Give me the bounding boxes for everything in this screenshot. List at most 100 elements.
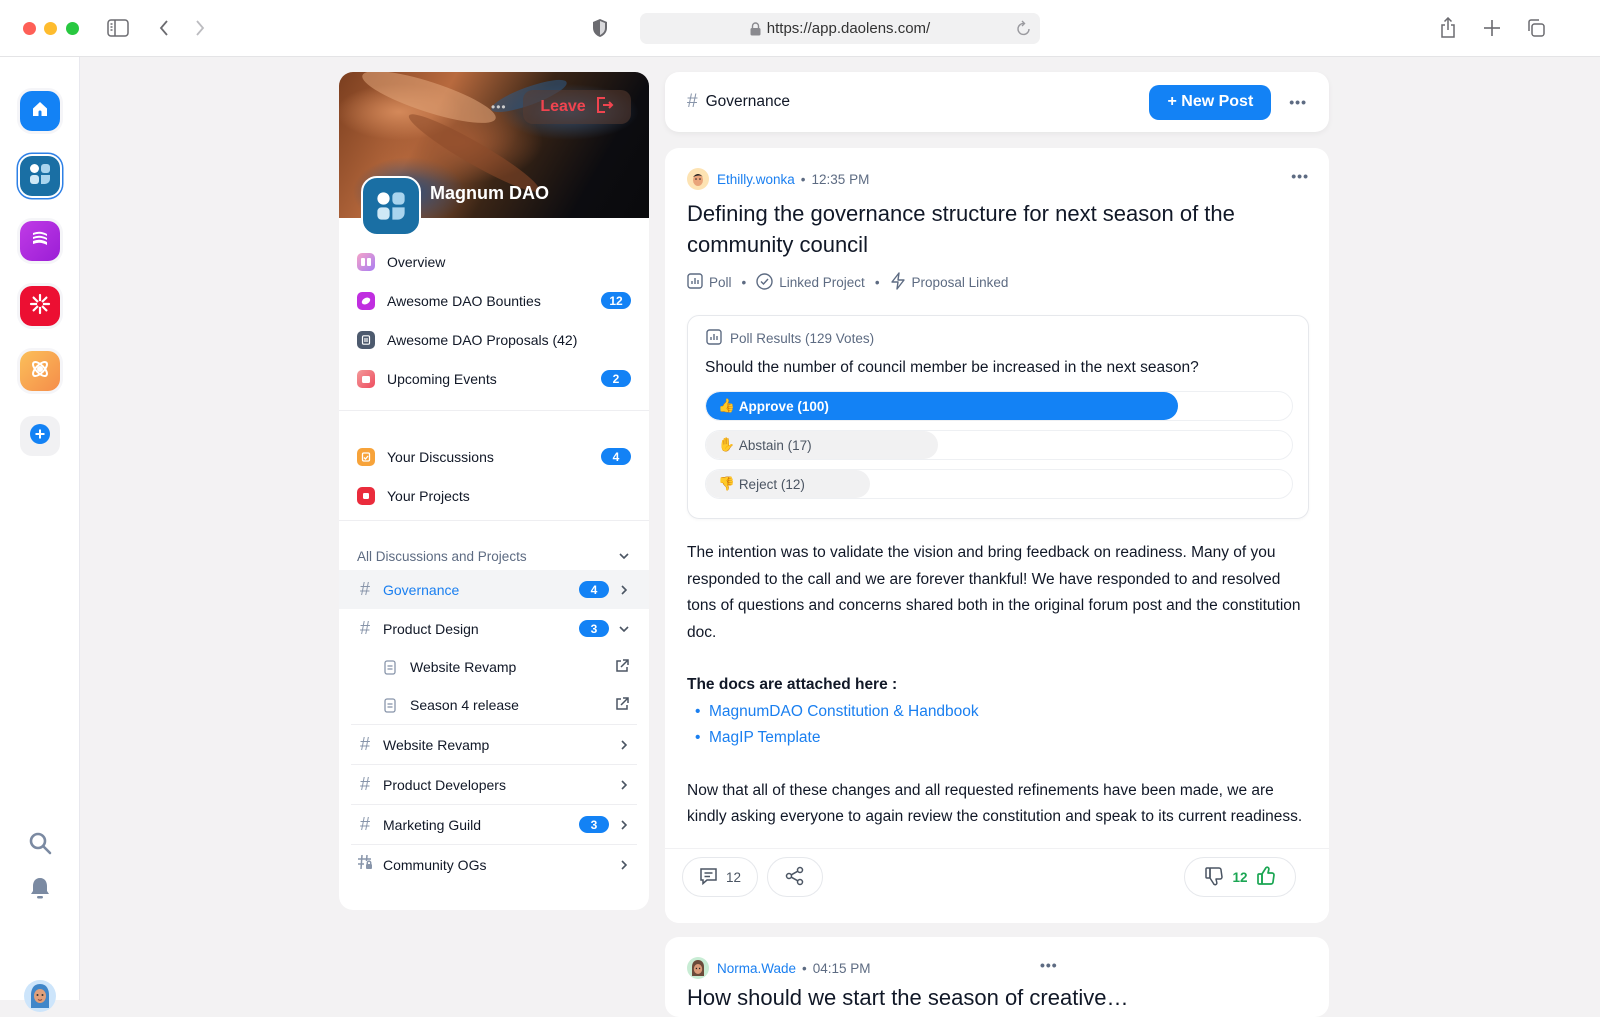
events-count-badge: 2 xyxy=(601,370,631,387)
poll-icon xyxy=(687,273,703,292)
channel-governance[interactable]: # Governance 4 xyxy=(339,570,649,609)
post-title[interactable]: How should we start the season of creati… xyxy=(687,985,1128,1011)
menu-divider xyxy=(339,410,649,411)
tag-proposal-linked[interactable]: Proposal Linked xyxy=(890,272,1008,293)
section-divider xyxy=(339,520,649,521)
minimize-window-button[interactable] xyxy=(44,22,57,35)
poll-header: Poll Results (129 Votes) xyxy=(706,329,874,348)
maximize-window-button[interactable] xyxy=(66,22,79,35)
add-community-button[interactable] xyxy=(20,416,60,456)
back-icon[interactable] xyxy=(152,16,176,40)
close-window-button[interactable] xyxy=(23,22,36,35)
bounties-count-badge: 12 xyxy=(601,292,631,309)
channel-badge: 4 xyxy=(579,581,609,598)
doc-link-magip-template[interactable]: MagIP Template xyxy=(687,725,1307,752)
thumbs-down-icon[interactable] xyxy=(1204,866,1224,889)
magnum-dao-logo-icon xyxy=(29,163,51,190)
post-card: Norma.Wade • 04:15 PM ••• How should we … xyxy=(665,937,1329,1017)
locked-hash-icon xyxy=(357,854,373,875)
menu-item-proposals[interactable]: Awesome DAO Proposals (42) xyxy=(339,320,649,359)
reload-icon[interactable] xyxy=(1016,19,1032,41)
thumbs-down-emoji-icon: 👎 xyxy=(718,476,735,491)
subitem-season-4-release[interactable]: Season 4 release xyxy=(339,686,649,724)
forward-icon[interactable] xyxy=(188,16,212,40)
bell-icon[interactable] xyxy=(26,874,54,902)
overview-icon xyxy=(357,252,375,271)
menu-item-events[interactable]: Upcoming Events 2 xyxy=(339,359,649,398)
chevron-right-icon xyxy=(619,779,629,790)
channel-header: # Governance + New Post ••• xyxy=(665,72,1329,132)
lock-icon xyxy=(750,21,761,36)
plus-circle-icon xyxy=(30,423,50,449)
all-discussions-header[interactable]: All Discussions and Projects xyxy=(339,542,649,570)
menu-item-overview[interactable]: Overview xyxy=(339,242,649,281)
url-text: https://app.daolens.com/ xyxy=(766,20,931,37)
share-post-button[interactable] xyxy=(767,857,823,897)
author-avatar[interactable] xyxy=(687,168,709,190)
menu-item-bounties[interactable]: Awesome DAO Bounties 12 xyxy=(339,281,649,320)
post-time: 12:35 PM xyxy=(811,171,870,187)
address-bar[interactable]: https://app.daolens.com/ xyxy=(640,13,1040,44)
poll-option-reject[interactable]: 👎 Reject (12) xyxy=(705,469,1293,499)
tab-overview-icon[interactable] xyxy=(1524,16,1548,40)
new-post-button[interactable]: + New Post xyxy=(1149,84,1272,120)
post-actions: 12 12 xyxy=(665,848,1329,923)
poll-option-approve[interactable]: 👍 Approve (100) xyxy=(705,391,1293,421)
thumbs-up-icon[interactable] xyxy=(1256,865,1276,889)
magnum-dao-app-button[interactable] xyxy=(20,156,60,196)
privacy-shield-icon[interactable] xyxy=(588,16,612,40)
browser-toolbar: https://app.daolens.com/ xyxy=(0,0,1600,57)
hash-icon: # xyxy=(359,734,370,754)
app-rail xyxy=(0,57,80,1012)
home-icon xyxy=(31,100,49,123)
user-avatar[interactable] xyxy=(24,980,56,1012)
post-title[interactable]: Defining the governance structure for ne… xyxy=(687,198,1307,260)
post-more-icon[interactable]: ••• xyxy=(1040,957,1058,973)
tag-poll[interactable]: Poll xyxy=(687,273,732,292)
more-options-icon[interactable]: ••• xyxy=(1289,94,1307,110)
menu-item-your-discussions[interactable]: Your Discussions 4 xyxy=(339,437,649,476)
author-name[interactable]: Norma.Wade xyxy=(717,961,796,976)
channel-product-design[interactable]: # Product Design 3 xyxy=(339,609,649,648)
menu-item-your-projects[interactable]: Your Projects xyxy=(339,476,649,515)
channel-community-ogs[interactable]: Community OGs xyxy=(339,845,649,884)
comments-button[interactable]: 12 xyxy=(682,857,758,897)
tag-linked-project[interactable]: Linked Project xyxy=(756,272,865,293)
home-app-button[interactable] xyxy=(20,91,60,131)
share-icon[interactable] xyxy=(1436,16,1460,40)
new-tab-icon[interactable] xyxy=(1480,16,1504,40)
projects-icon xyxy=(357,486,375,505)
post-more-icon[interactable]: ••• xyxy=(1291,168,1309,184)
bounties-icon xyxy=(357,291,375,310)
calendar-icon xyxy=(357,369,375,388)
post-meta: Norma.Wade • 04:15 PM xyxy=(687,957,871,979)
document-icon xyxy=(384,697,398,713)
author-name[interactable]: Ethilly.wonka xyxy=(717,172,795,187)
red-dao-app-button[interactable] xyxy=(20,286,60,326)
external-link-icon[interactable] xyxy=(615,696,629,714)
purple-dao-app-button[interactable] xyxy=(20,221,60,261)
doc-link-constitution[interactable]: MagnumDAO Constitution & Handbook xyxy=(687,699,1307,726)
author-avatar[interactable] xyxy=(687,957,709,979)
banner-more-icon[interactable]: ••• xyxy=(491,100,507,114)
channel-website-revamp[interactable]: # Website Revamp xyxy=(339,725,649,764)
channel-marketing-guild[interactable]: # Marketing Guild 3 xyxy=(339,805,649,844)
search-icon[interactable] xyxy=(26,829,54,857)
hash-icon: # xyxy=(359,814,370,834)
orange-dao-app-button[interactable] xyxy=(20,351,60,391)
sidebar-toggle-icon[interactable] xyxy=(106,16,130,40)
thumbs-up-emoji-icon: 👍 xyxy=(718,398,735,413)
docs-heading: The docs are attached here : xyxy=(687,676,898,693)
channel-product-developers[interactable]: # Product Developers xyxy=(339,765,649,804)
leave-button[interactable]: Leave xyxy=(523,90,631,124)
external-link-icon[interactable] xyxy=(615,658,629,676)
poll-results: Poll Results (129 Votes) Should the numb… xyxy=(687,315,1309,519)
channel-badge: 3 xyxy=(579,816,609,833)
subitem-website-revamp[interactable]: Website Revamp xyxy=(339,648,649,686)
raised-hand-emoji-icon: ✋ xyxy=(718,437,735,452)
check-circle-icon xyxy=(756,272,773,293)
post-body: The intention was to validate the vision… xyxy=(687,540,1307,857)
poll-option-abstain[interactable]: ✋ Abstain (17) xyxy=(705,430,1293,460)
channel-badge: 3 xyxy=(579,620,609,637)
document-icon xyxy=(384,659,398,675)
